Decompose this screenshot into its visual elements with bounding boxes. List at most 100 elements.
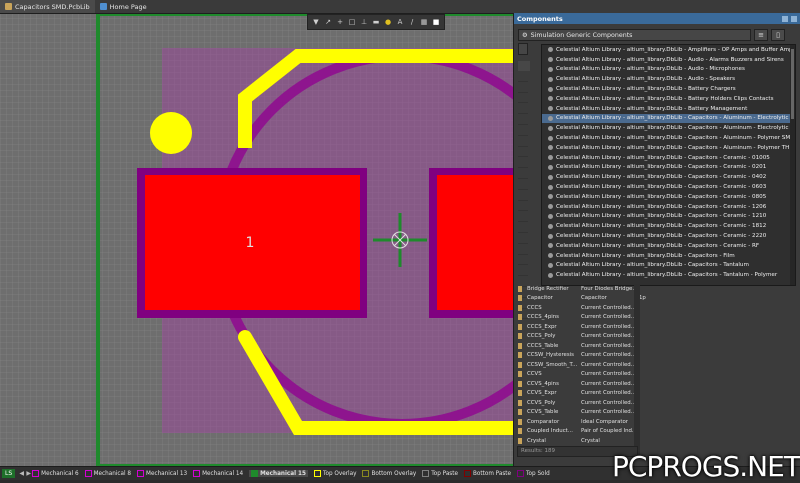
- route-icon[interactable]: ↗: [324, 18, 332, 26]
- component-row[interactable]: CCVS Current Controlled...: [517, 370, 792, 380]
- library-option-label: Celestial Altium Library - altium_librar…: [556, 213, 767, 220]
- library-option-label: Celestial Altium Library - altium_librar…: [556, 66, 745, 73]
- pcb-canvas[interactable]: 1: [0, 14, 513, 466]
- component-row[interactable]: CCVS_4pins Current Controlled...: [517, 379, 792, 389]
- select-rect-icon[interactable]: □: [348, 18, 356, 26]
- filter-icon[interactable]: ▼: [312, 18, 320, 26]
- library-option[interactable]: Celestial Altium Library - altium_librar…: [542, 182, 795, 192]
- component-row[interactable]: CCCS_Expr Current Controlled...: [517, 322, 792, 332]
- component-table: Bridge Rectifier Four Diodes Bridge... Cap…: [517, 284, 792, 455]
- library-option-label: Celestial Altium Library - altium_librar…: [556, 252, 735, 259]
- library-option[interactable]: Celestial Altium Library - altium_librar…: [542, 153, 795, 163]
- component-name: CCVS_Poly: [527, 399, 556, 406]
- library-option[interactable]: Celestial Altium Library - altium_librar…: [542, 163, 795, 173]
- component-name: Capacitor: [527, 295, 553, 302]
- layer-tab[interactable]: Top Overlay: [313, 470, 356, 477]
- library-option[interactable]: Celestial Altium Library - altium_librar…: [542, 270, 795, 280]
- library-icon: [548, 115, 553, 121]
- chart-icon[interactable]: ▦: [420, 18, 428, 26]
- align-icon[interactable]: ⊥: [360, 18, 368, 26]
- layer-tab[interactable]: Top Sold: [517, 470, 550, 477]
- place-via-icon[interactable]: ●: [384, 18, 392, 26]
- library-option[interactable]: Celestial Altium Library - altium_librar…: [542, 113, 795, 124]
- tab-capacitors-pcblib[interactable]: Capacitors SMD.PcbLib: [0, 0, 95, 13]
- place-line-icon[interactable]: /: [408, 18, 416, 26]
- component-desc: Current Controlled...: [581, 380, 636, 387]
- menu-icon[interactable]: ≡: [754, 29, 768, 41]
- component-desc: Current Controlled...: [581, 314, 636, 321]
- scroll-right-icon[interactable]: ▶: [25, 470, 32, 477]
- layer-label: Top Sold: [526, 470, 550, 477]
- component-row[interactable]: CCVS_Expr Current Controlled...: [517, 389, 792, 399]
- pad-2[interactable]: [437, 175, 513, 310]
- library-option[interactable]: Celestial Altium Library - altium_librar…: [542, 172, 795, 182]
- library-option-label: Celestial Altium Library - altium_librar…: [556, 154, 770, 161]
- tab-home-page[interactable]: Home Page: [95, 0, 152, 13]
- dropdown-scrollbar[interactable]: [790, 45, 795, 285]
- search-input[interactable]: [518, 43, 528, 55]
- place-pad-icon[interactable]: ▬: [372, 18, 380, 26]
- component-row[interactable]: CCCS Current Controlled...: [517, 303, 792, 313]
- library-option[interactable]: Celestial Altium Library - altium_librar…: [542, 143, 795, 153]
- library-option[interactable]: Celestial Altium Library - altium_librar…: [542, 221, 795, 231]
- library-option[interactable]: Celestial Altium Library - altium_librar…: [542, 123, 795, 133]
- library-icon: [548, 135, 553, 141]
- library-select[interactable]: ⚙ Simulation Generic Components: [518, 29, 751, 41]
- panel-layout-icon[interactable]: ▯: [771, 29, 785, 41]
- library-icon: [548, 155, 553, 161]
- layer-label: Mechanical 8: [93, 470, 132, 477]
- add-icon[interactable]: +: [336, 18, 344, 26]
- component-row[interactable]: Coupled Induct... Pair of Coupled Ind...: [517, 427, 792, 437]
- layer-tab[interactable]: Mechanical 13: [137, 470, 187, 477]
- layer-label: Mechanical 14: [202, 470, 244, 477]
- scroll-left-icon[interactable]: ◀: [18, 470, 25, 477]
- library-option[interactable]: Celestial Altium Library - altium_librar…: [542, 212, 795, 222]
- layer-color-swatch: [313, 470, 321, 477]
- component-row[interactable]: CCVS_Table Current Controlled...: [517, 408, 792, 418]
- library-option[interactable]: Celestial Altium Library - altium_librar…: [542, 202, 795, 212]
- close-icon[interactable]: [791, 15, 797, 22]
- layer-tab[interactable]: Mechanical 15: [249, 470, 308, 477]
- library-option[interactable]: Celestial Altium Library - altium_librar…: [542, 84, 795, 94]
- library-option[interactable]: Celestial Altium Library - altium_librar…: [542, 65, 795, 75]
- layer-tab[interactable]: Mechanical 6: [32, 470, 79, 477]
- library-option[interactable]: Celestial Altium Library - altium_librar…: [542, 241, 795, 251]
- component-row[interactable]: CCCS_Table Current Controlled...: [517, 341, 792, 351]
- column-header-design-item[interactable]: [518, 61, 530, 71]
- library-option[interactable]: Celestial Altium Library - altium_librar…: [542, 251, 795, 261]
- component-row[interactable]: Bridge Rectifier Four Diodes Bridge...: [517, 284, 792, 294]
- library-icon: [548, 66, 553, 72]
- library-option-label: Celestial Altium Library - altium_librar…: [556, 135, 794, 142]
- place-string-icon[interactable]: A: [396, 18, 404, 26]
- component-row[interactable]: CCVS_Poly Current Controlled...: [517, 398, 792, 408]
- layer-tab[interactable]: Mechanical 14: [193, 470, 243, 477]
- component-row[interactable]: CCCS_4pins Current Controlled...: [517, 313, 792, 323]
- component-row[interactable]: CCSW_Hysteresis Current Controlled...: [517, 351, 792, 361]
- library-option[interactable]: Celestial Altium Library - altium_librar…: [542, 192, 795, 202]
- layer-set-button[interactable]: LS: [2, 469, 16, 478]
- library-option-label: Celestial Altium Library - altium_librar…: [556, 56, 784, 63]
- layer-tab[interactable]: Bottom Overlay: [362, 470, 416, 477]
- library-option[interactable]: Celestial Altium Library - altium_librar…: [542, 104, 795, 114]
- pin1-marker: [150, 112, 192, 154]
- library-option[interactable]: Celestial Altium Library - altium_librar…: [542, 261, 795, 271]
- component-name: CCCS_Expr: [527, 323, 557, 330]
- component-row[interactable]: Crystal Crystal: [517, 436, 792, 446]
- component-row[interactable]: Comparator Ideal Comparator: [517, 417, 792, 427]
- layer-tab[interactable]: Bottom Paste: [464, 470, 511, 477]
- component-row[interactable]: Capacitor Capacitor 1p: [517, 294, 792, 304]
- library-option[interactable]: Celestial Altium Library - altium_librar…: [542, 74, 795, 84]
- component-scrollbar[interactable]: [634, 284, 640, 456]
- library-option[interactable]: Celestial Altium Library - altium_librar…: [542, 94, 795, 104]
- library-option[interactable]: Celestial Altium Library - altium_librar…: [542, 133, 795, 143]
- layer-tab[interactable]: Top Paste: [422, 470, 458, 477]
- library-option[interactable]: Celestial Altium Library - altium_librar…: [542, 55, 795, 65]
- library-option[interactable]: Celestial Altium Library - altium_librar…: [542, 45, 795, 55]
- layer-tab[interactable]: Mechanical 8: [84, 470, 132, 477]
- component-row[interactable]: CCCS_Poly Current Controlled...: [517, 332, 792, 342]
- pin-icon[interactable]: [782, 15, 788, 22]
- library-icon: [548, 125, 553, 131]
- region-icon[interactable]: ■: [432, 18, 440, 26]
- library-option[interactable]: Celestial Altium Library - altium_librar…: [542, 231, 795, 241]
- component-row[interactable]: CCSW_Smooth_T... Current Controlled...: [517, 360, 792, 370]
